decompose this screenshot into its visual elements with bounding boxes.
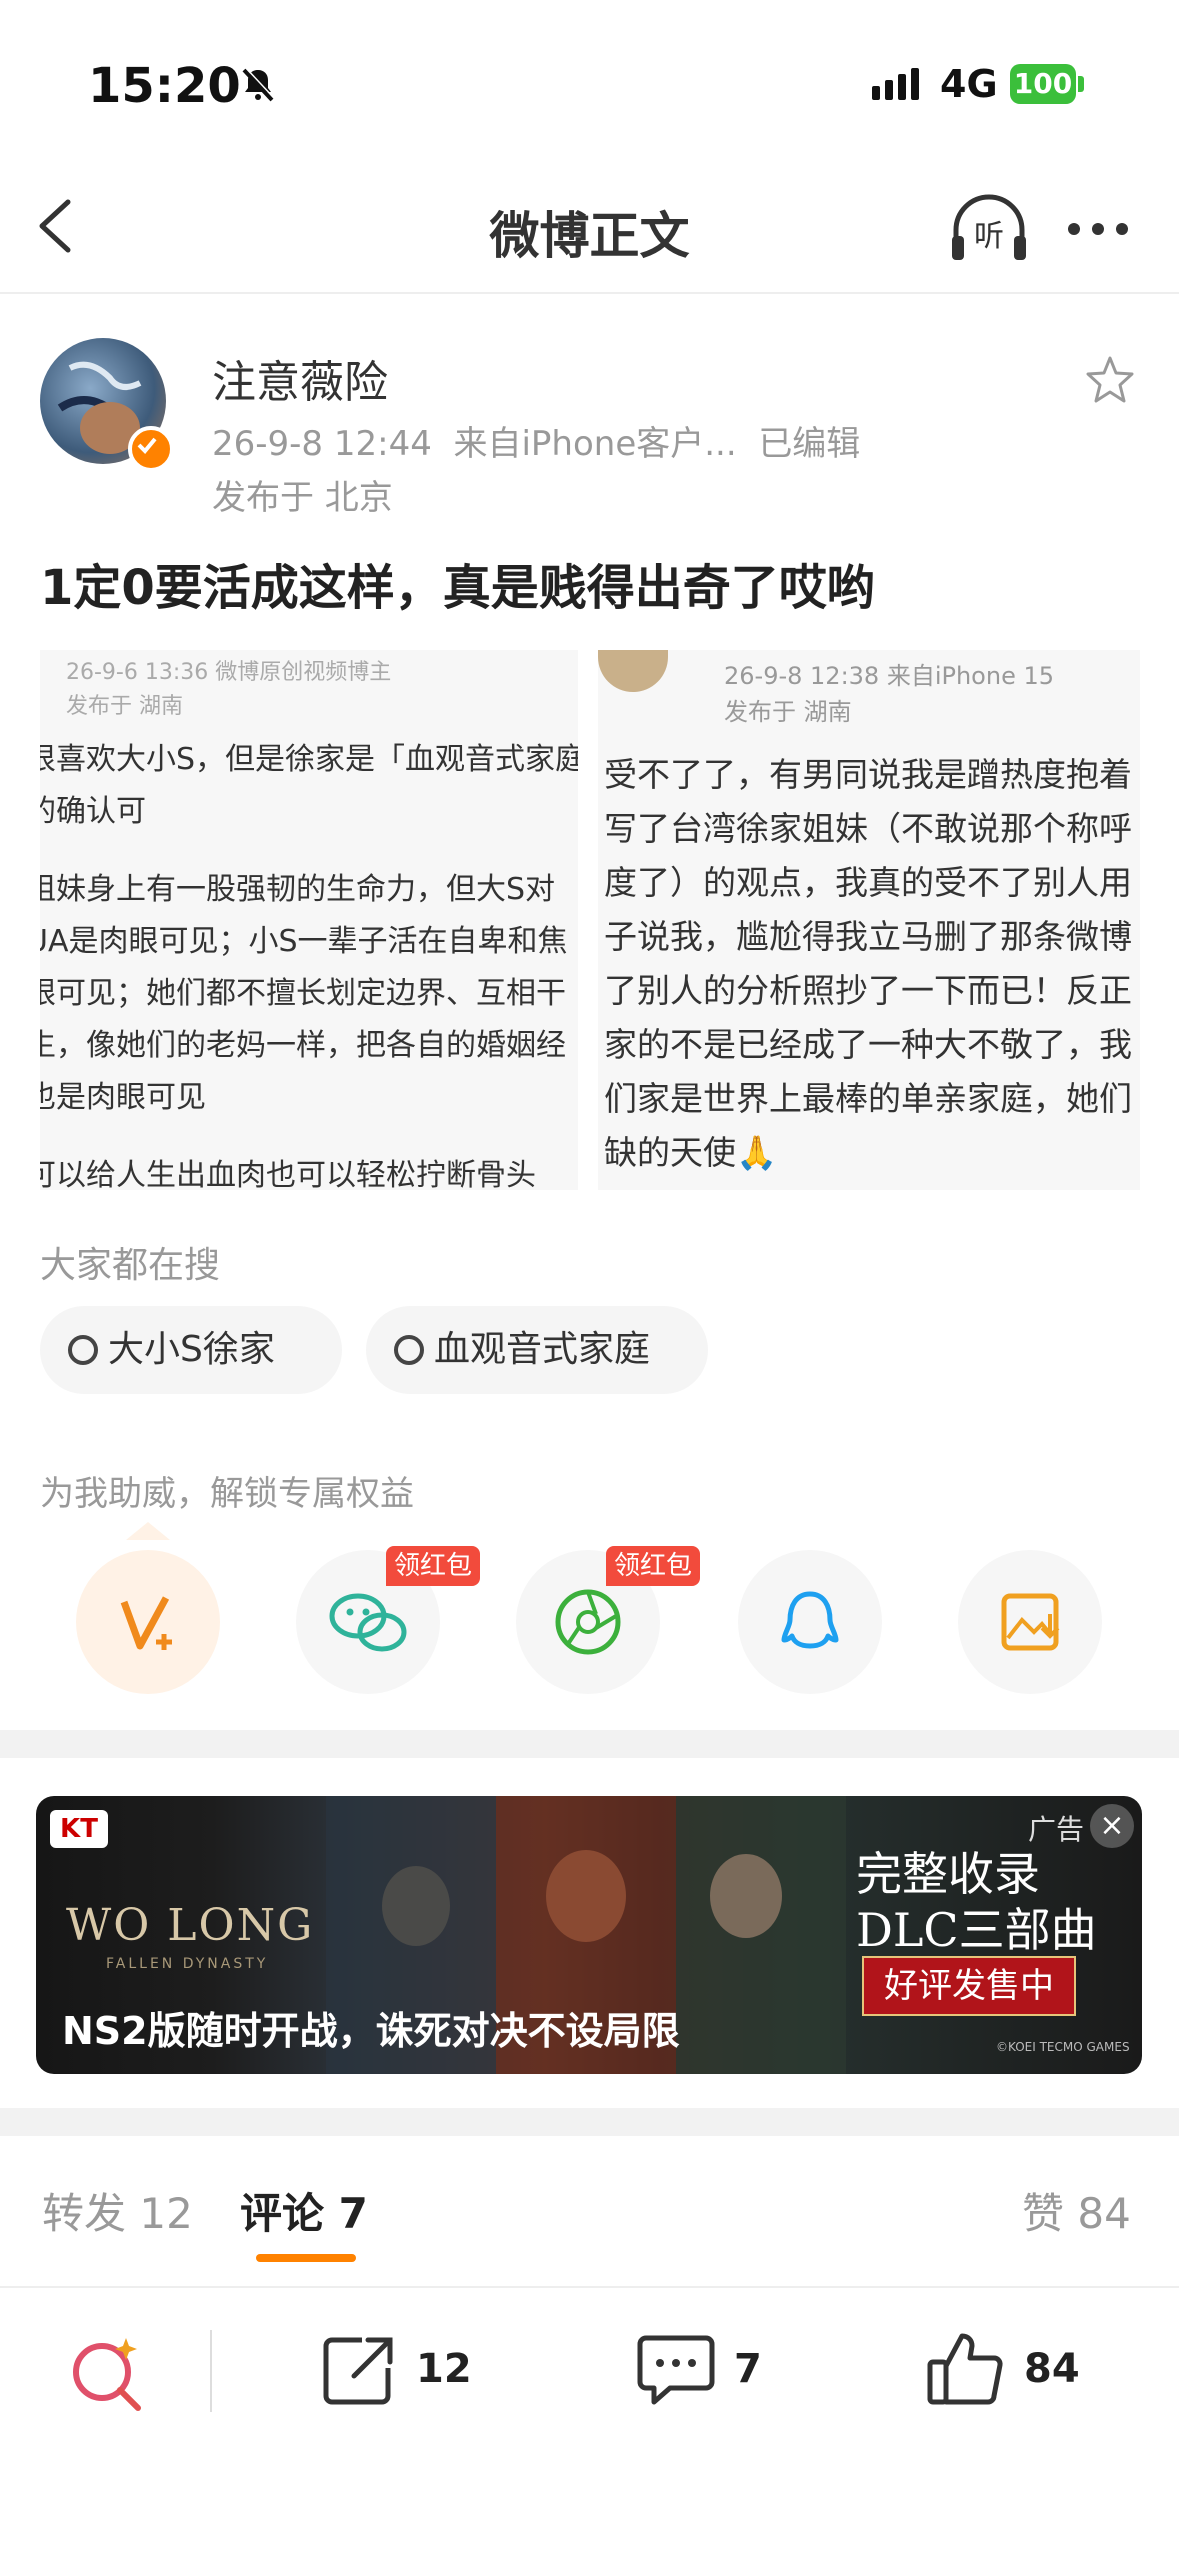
verified-badge-icon [128,426,174,472]
save-image-button[interactable] [958,1550,1102,1694]
qq-icon [781,1591,839,1649]
search-icon [394,1335,424,1365]
post-location: 发布于 北京 [212,478,393,518]
bottom-bar-separator [210,2330,212,2412]
post-text: 1定0要活成这样，真是贱得出奇了哎哟 [40,560,875,616]
favorite-star-icon[interactable] [1084,354,1136,406]
post-image-2[interactable]: 26-9-8 12:38 来自iPhone 15 发布于 湖南 受不了了，有男同… [598,650,1140,1190]
tab-repost[interactable]: 转发 12 [42,2180,193,2241]
ad-cta-button[interactable]: 好评发售中 [862,1956,1076,2016]
section-divider [0,2108,1179,2136]
post-edited: 已编辑 [758,424,861,464]
search-chip[interactable]: 大小S徐家 [40,1306,342,1394]
search-icon [68,1335,98,1365]
listen-label: 听 [974,219,1004,254]
signal-icon [872,68,924,100]
like-count: 84 [1024,2346,1080,2392]
close-icon[interactable]: × [1090,1804,1134,1848]
game-logo-sub: FALLEN DYNASTY [106,1956,269,1972]
comment-icon[interactable] [634,2330,718,2410]
vip-boost-button[interactable] [76,1550,220,1694]
ad-banner[interactable]: KT WO LONG FALLEN DYNASTY 广告 × 完整收录 DLC三… [36,1796,1142,2074]
tabs-divider [0,2286,1179,2288]
kt-logo: KT [50,1810,108,1848]
tab-comments[interactable]: 评论 7 [240,2180,368,2241]
share-icon[interactable] [318,2330,398,2410]
battery-icon: 100 [1010,64,1076,104]
ai-search-icon[interactable] [64,2330,148,2414]
share-count: 12 [416,2346,472,2392]
qq-share-button[interactable] [738,1550,882,1694]
status-time: 15:20 [88,58,241,114]
ad-headline-2: DLC三部曲 [856,1903,1097,1957]
vip-icon [120,1596,172,1650]
comment-count: 7 [734,2346,762,2392]
post-image-1[interactable]: 26-9-6 13:36 微博原创视频博主 发布于 湖南 很喜欢大小S，但是徐家… [40,650,578,1190]
network-type: 4G [940,62,998,106]
post-source: 来自iPhone客户... [453,424,737,464]
red-packet-tag: 领红包 [606,1546,701,1586]
image-location: 发布于 湖南 [66,694,183,719]
hot-search-label: 大家都在搜 [40,1245,221,1286]
pointer-caret [126,1522,170,1540]
bell-muted-icon [242,67,275,102]
image-text: 受不了了，有男同说我是蹭热度抱着 写了台湾徐家姐妹（不敢说那个称呼 度了）的观点… [604,755,1132,1172]
post-meta: 26-9-8 12:44 来自iPhone客户... 已编辑 [212,416,860,465]
author-name[interactable]: 注意薇险 [212,346,388,410]
ad-caption: NS2版随时开战，诛死对决不设局限 [62,2009,680,2053]
post-date: 26-9-8 12:44 [212,424,432,464]
more-icon[interactable] [1068,220,1140,239]
active-tab-indicator [256,2254,356,2262]
section-divider [0,1730,1179,1758]
ad-copyright: ©KOEI TECMO GAMES [996,2040,1130,2054]
red-packet-tag: 领红包 [386,1546,481,1586]
image-meta: 26-9-8 12:38 来自iPhone 15 [724,662,1054,690]
tab-likes[interactable]: 赞 84 [1022,2180,1131,2241]
battery-tip [1078,76,1084,92]
like-thumb-icon[interactable] [924,2326,1008,2410]
search-chip[interactable]: 血观音式家庭 [366,1306,708,1394]
headphones-listen-icon[interactable]: 听 [948,192,1030,264]
image-meta: 26-9-6 13:36 微博原创视频博主 [66,660,392,685]
support-label: 为我助威，解锁专属权益 [40,1474,414,1514]
game-logo: WO LONG [66,1900,315,1951]
nav-divider [0,292,1179,294]
image-text: 很喜欢大小S，但是徐家是「血观音式家庭 的确认可 姐妹身上有一股强韧的生命力，但… [40,742,578,1190]
save-image-icon [1001,1593,1060,1651]
image-location: 发布于 湖南 [724,698,852,726]
image-avatar [598,650,668,692]
